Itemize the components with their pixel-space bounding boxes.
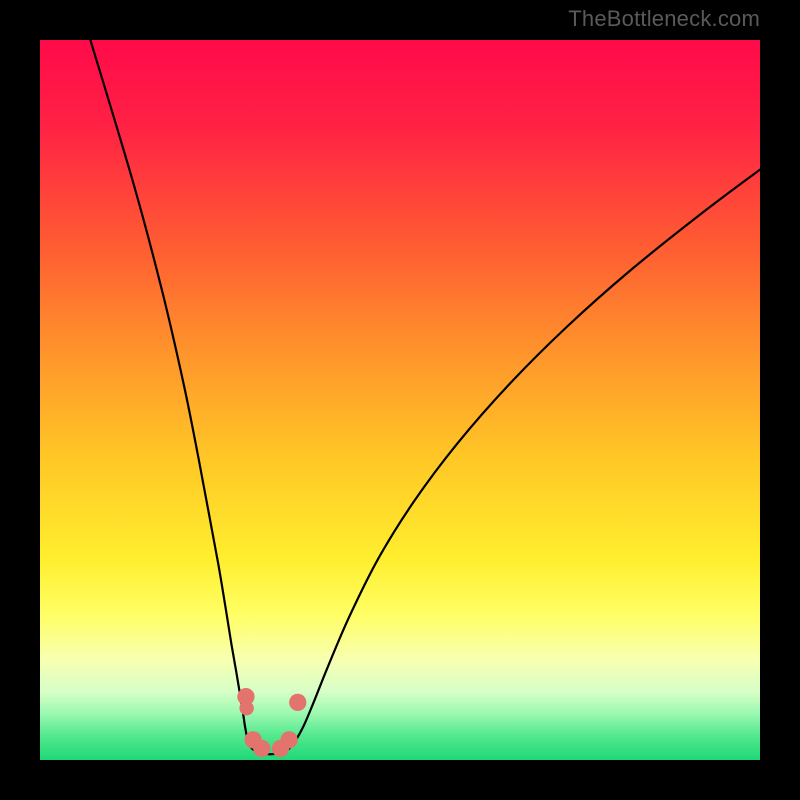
valley-markers bbox=[237, 688, 306, 757]
plot-area bbox=[40, 40, 760, 760]
curve-layer bbox=[40, 40, 760, 760]
valley-marker bbox=[280, 731, 297, 748]
valley-marker bbox=[289, 694, 306, 711]
bottleneck-curve bbox=[90, 40, 760, 754]
valley-marker bbox=[253, 740, 270, 757]
figure-canvas: TheBottleneck.com bbox=[0, 0, 800, 800]
watermark-text: TheBottleneck.com bbox=[568, 6, 760, 32]
valley-marker bbox=[239, 701, 253, 715]
